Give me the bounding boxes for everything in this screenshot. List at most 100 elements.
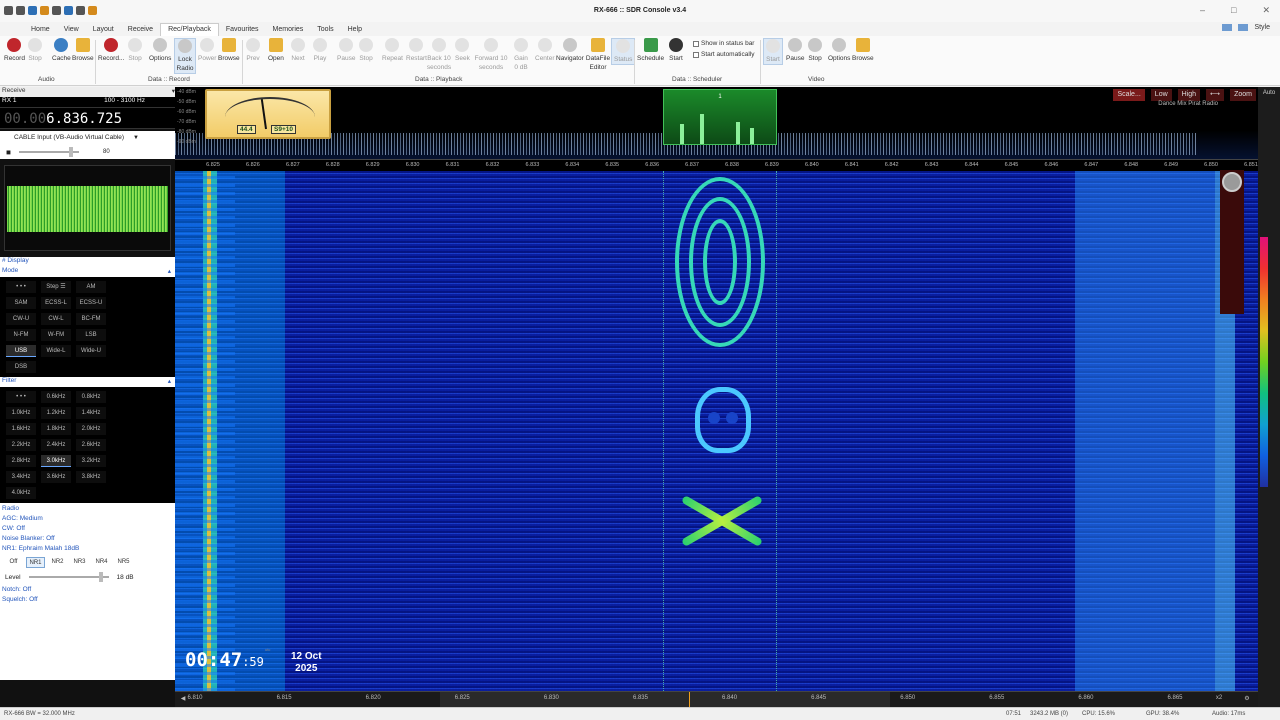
low-button[interactable]: Low: [1150, 89, 1172, 101]
layout-icon[interactable]: [1222, 24, 1233, 31]
nr-off-button[interactable]: Off: [4, 557, 23, 568]
menu-home[interactable]: Home: [24, 26, 57, 33]
back-10-button[interactable]: Back 10 seconds: [426, 38, 452, 72]
status-button[interactable]: Status: [611, 38, 636, 65]
mode-button[interactable]: Wide-L: [41, 345, 71, 357]
filter-button[interactable]: 2.4kHz: [41, 439, 71, 451]
nr3-button[interactable]: NR3: [70, 557, 89, 568]
filter-button[interactable]: 2.8kHz: [6, 455, 36, 467]
filter-button[interactable]: 1.2kHz: [41, 407, 71, 419]
minimize-icon[interactable]: –: [1200, 5, 1205, 16]
cw-setting[interactable]: CW: Off: [2, 524, 173, 534]
auto-button[interactable]: Auto: [1258, 90, 1280, 96]
audio-stop-button[interactable]: Stop: [28, 38, 42, 63]
spectrum-display[interactable]: -40 dBm -50 dBm -60 dBm -70 dBm -80 dBm …: [175, 87, 1258, 159]
collapse-icon[interactable]: ▴: [168, 267, 171, 277]
frequency-scale[interactable]: 6.825 6.826 6.827 6.828 6.829 6.830 6.831 6.832…: [175, 159, 1258, 171]
mode-button[interactable]: W-FM: [41, 329, 71, 341]
scheduler-marker[interactable]: 1: [663, 89, 777, 145]
filter-button[interactable]: 0.8kHz: [76, 391, 106, 403]
maximize-icon[interactable]: □: [1231, 5, 1236, 16]
speaker-icon[interactable]: ◼: [6, 149, 11, 156]
filter-button[interactable]: 1.4kHz: [76, 407, 106, 419]
video-stop-button[interactable]: Stop: [808, 38, 822, 63]
filter-section[interactable]: Filter ▴: [0, 377, 175, 387]
mode-button[interactable]: CW-L: [41, 313, 71, 325]
data-stop-button[interactable]: Stop: [128, 38, 142, 63]
restart-button[interactable]: Restart: [406, 38, 427, 63]
nr2-button[interactable]: NR2: [48, 557, 67, 568]
filter-button[interactable]: 1.6kHz: [6, 423, 36, 435]
mode-button[interactable]: Step ☰: [41, 281, 71, 293]
video-browse-button[interactable]: Browse: [852, 38, 874, 63]
forward-10-button[interactable]: Forward 10 seconds: [474, 38, 508, 72]
mode-button[interactable]: N-FM: [6, 329, 36, 341]
checkbox[interactable]: [693, 51, 699, 58]
notch-setting[interactable]: Notch: Off: [2, 585, 173, 595]
filter-button-selected[interactable]: 3.0kHz: [41, 455, 71, 467]
zoom-factor[interactable]: x2: [1216, 695, 1222, 701]
tuning-marker[interactable]: [689, 692, 690, 707]
high-button[interactable]: High: [1177, 89, 1201, 101]
collapse-icon[interactable]: ▴: [168, 377, 171, 387]
show-in-status-bar-check[interactable]: Show in status bar: [693, 40, 754, 47]
filter-button[interactable]: 2.0kHz: [76, 423, 106, 435]
next-button[interactable]: Next: [291, 38, 305, 63]
squelch-setting[interactable]: Squelch: Off: [2, 595, 173, 605]
filter-button[interactable]: 3.8kHz: [76, 471, 106, 483]
mode-button[interactable]: Wide-U: [76, 345, 106, 357]
mode-button[interactable]: ECSS-L: [41, 297, 71, 309]
nr1-button[interactable]: NR1: [26, 557, 45, 568]
repeat-button[interactable]: Repeat: [382, 38, 403, 63]
slider-knob[interactable]: [1222, 172, 1242, 192]
mode-button[interactable]: DSB: [6, 361, 36, 373]
nr5-button[interactable]: NR5: [114, 557, 133, 568]
schedule-button[interactable]: Schedule: [637, 38, 664, 63]
menu-layout[interactable]: Layout: [86, 26, 121, 33]
layout-icon[interactable]: [1238, 24, 1249, 31]
audio-cache-button[interactable]: Cache: [52, 38, 71, 63]
menu-view[interactable]: View: [57, 26, 86, 33]
prev-button[interactable]: Prev: [246, 38, 260, 63]
menu-receive[interactable]: Receive: [121, 26, 160, 33]
nr1-setting[interactable]: NR1: Ephraim Malah 18dB: [2, 544, 173, 554]
audio-input-select[interactable]: CABLE Input (VB-Audio Virtual Cable): [0, 131, 175, 145]
agc-setting[interactable]: AGC: Medium: [2, 514, 173, 524]
filter-button[interactable]: 2.2kHz: [6, 439, 36, 451]
mode-button[interactable]: LSB: [76, 329, 106, 341]
level-range-slider[interactable]: [1220, 170, 1244, 314]
seek-button[interactable]: Seek: [455, 38, 470, 63]
video-pause-button[interactable]: Pause: [786, 38, 804, 63]
filter-button[interactable]: 4.0kHz: [6, 487, 36, 499]
video-options-button[interactable]: Options: [828, 38, 850, 63]
spectrum-waterfall-area[interactable]: -40 dBm -50 dBm -60 dBm -70 dBm -80 dBm …: [175, 87, 1258, 707]
menu-rec-playback[interactable]: Rec/Playback: [160, 22, 219, 36]
color-palette[interactable]: [1260, 237, 1268, 487]
menu-favourites[interactable]: Favourites: [219, 26, 266, 33]
navigator-button[interactable]: Navigator: [556, 38, 584, 63]
radio-header[interactable]: Radio: [2, 504, 173, 514]
noise-blanker-setting[interactable]: Noise Blanker: Off: [2, 534, 173, 544]
frequency-display[interactable]: 00.006.836.725: [0, 107, 175, 129]
filter-button[interactable]: 3.2kHz: [76, 455, 106, 467]
receive-header[interactable]: Receive ▾: [0, 87, 175, 97]
menu-tools[interactable]: Tools: [310, 26, 340, 33]
volume-slider[interactable]: [18, 147, 79, 157]
gain-button[interactable]: Gain 0 dB: [512, 38, 530, 72]
settings-icon[interactable]: ⚙: [1244, 695, 1249, 702]
data-record-button[interactable]: Record...: [98, 38, 124, 63]
style-selector[interactable]: Style: [1222, 24, 1270, 31]
style-label[interactable]: Style: [1254, 24, 1270, 31]
scheduler-start-button[interactable]: Start: [669, 38, 683, 63]
level-slider[interactable]: [28, 572, 109, 582]
mode-button[interactable]: CW-U: [6, 313, 36, 325]
zoom-button[interactable]: Zoom: [1230, 89, 1256, 101]
datafile-editor-button[interactable]: DataFile Editor: [586, 38, 610, 72]
scroll-left-icon[interactable]: ◀: [181, 695, 186, 702]
menu-memories[interactable]: Memories: [266, 26, 311, 33]
filter-button[interactable]: 3.4kHz: [6, 471, 36, 483]
close-icon[interactable]: ✕: [1262, 5, 1270, 16]
nr4-button[interactable]: NR4: [92, 557, 111, 568]
display-section[interactable]: # Display: [0, 257, 175, 267]
data-browse-button[interactable]: Browse: [218, 38, 240, 63]
